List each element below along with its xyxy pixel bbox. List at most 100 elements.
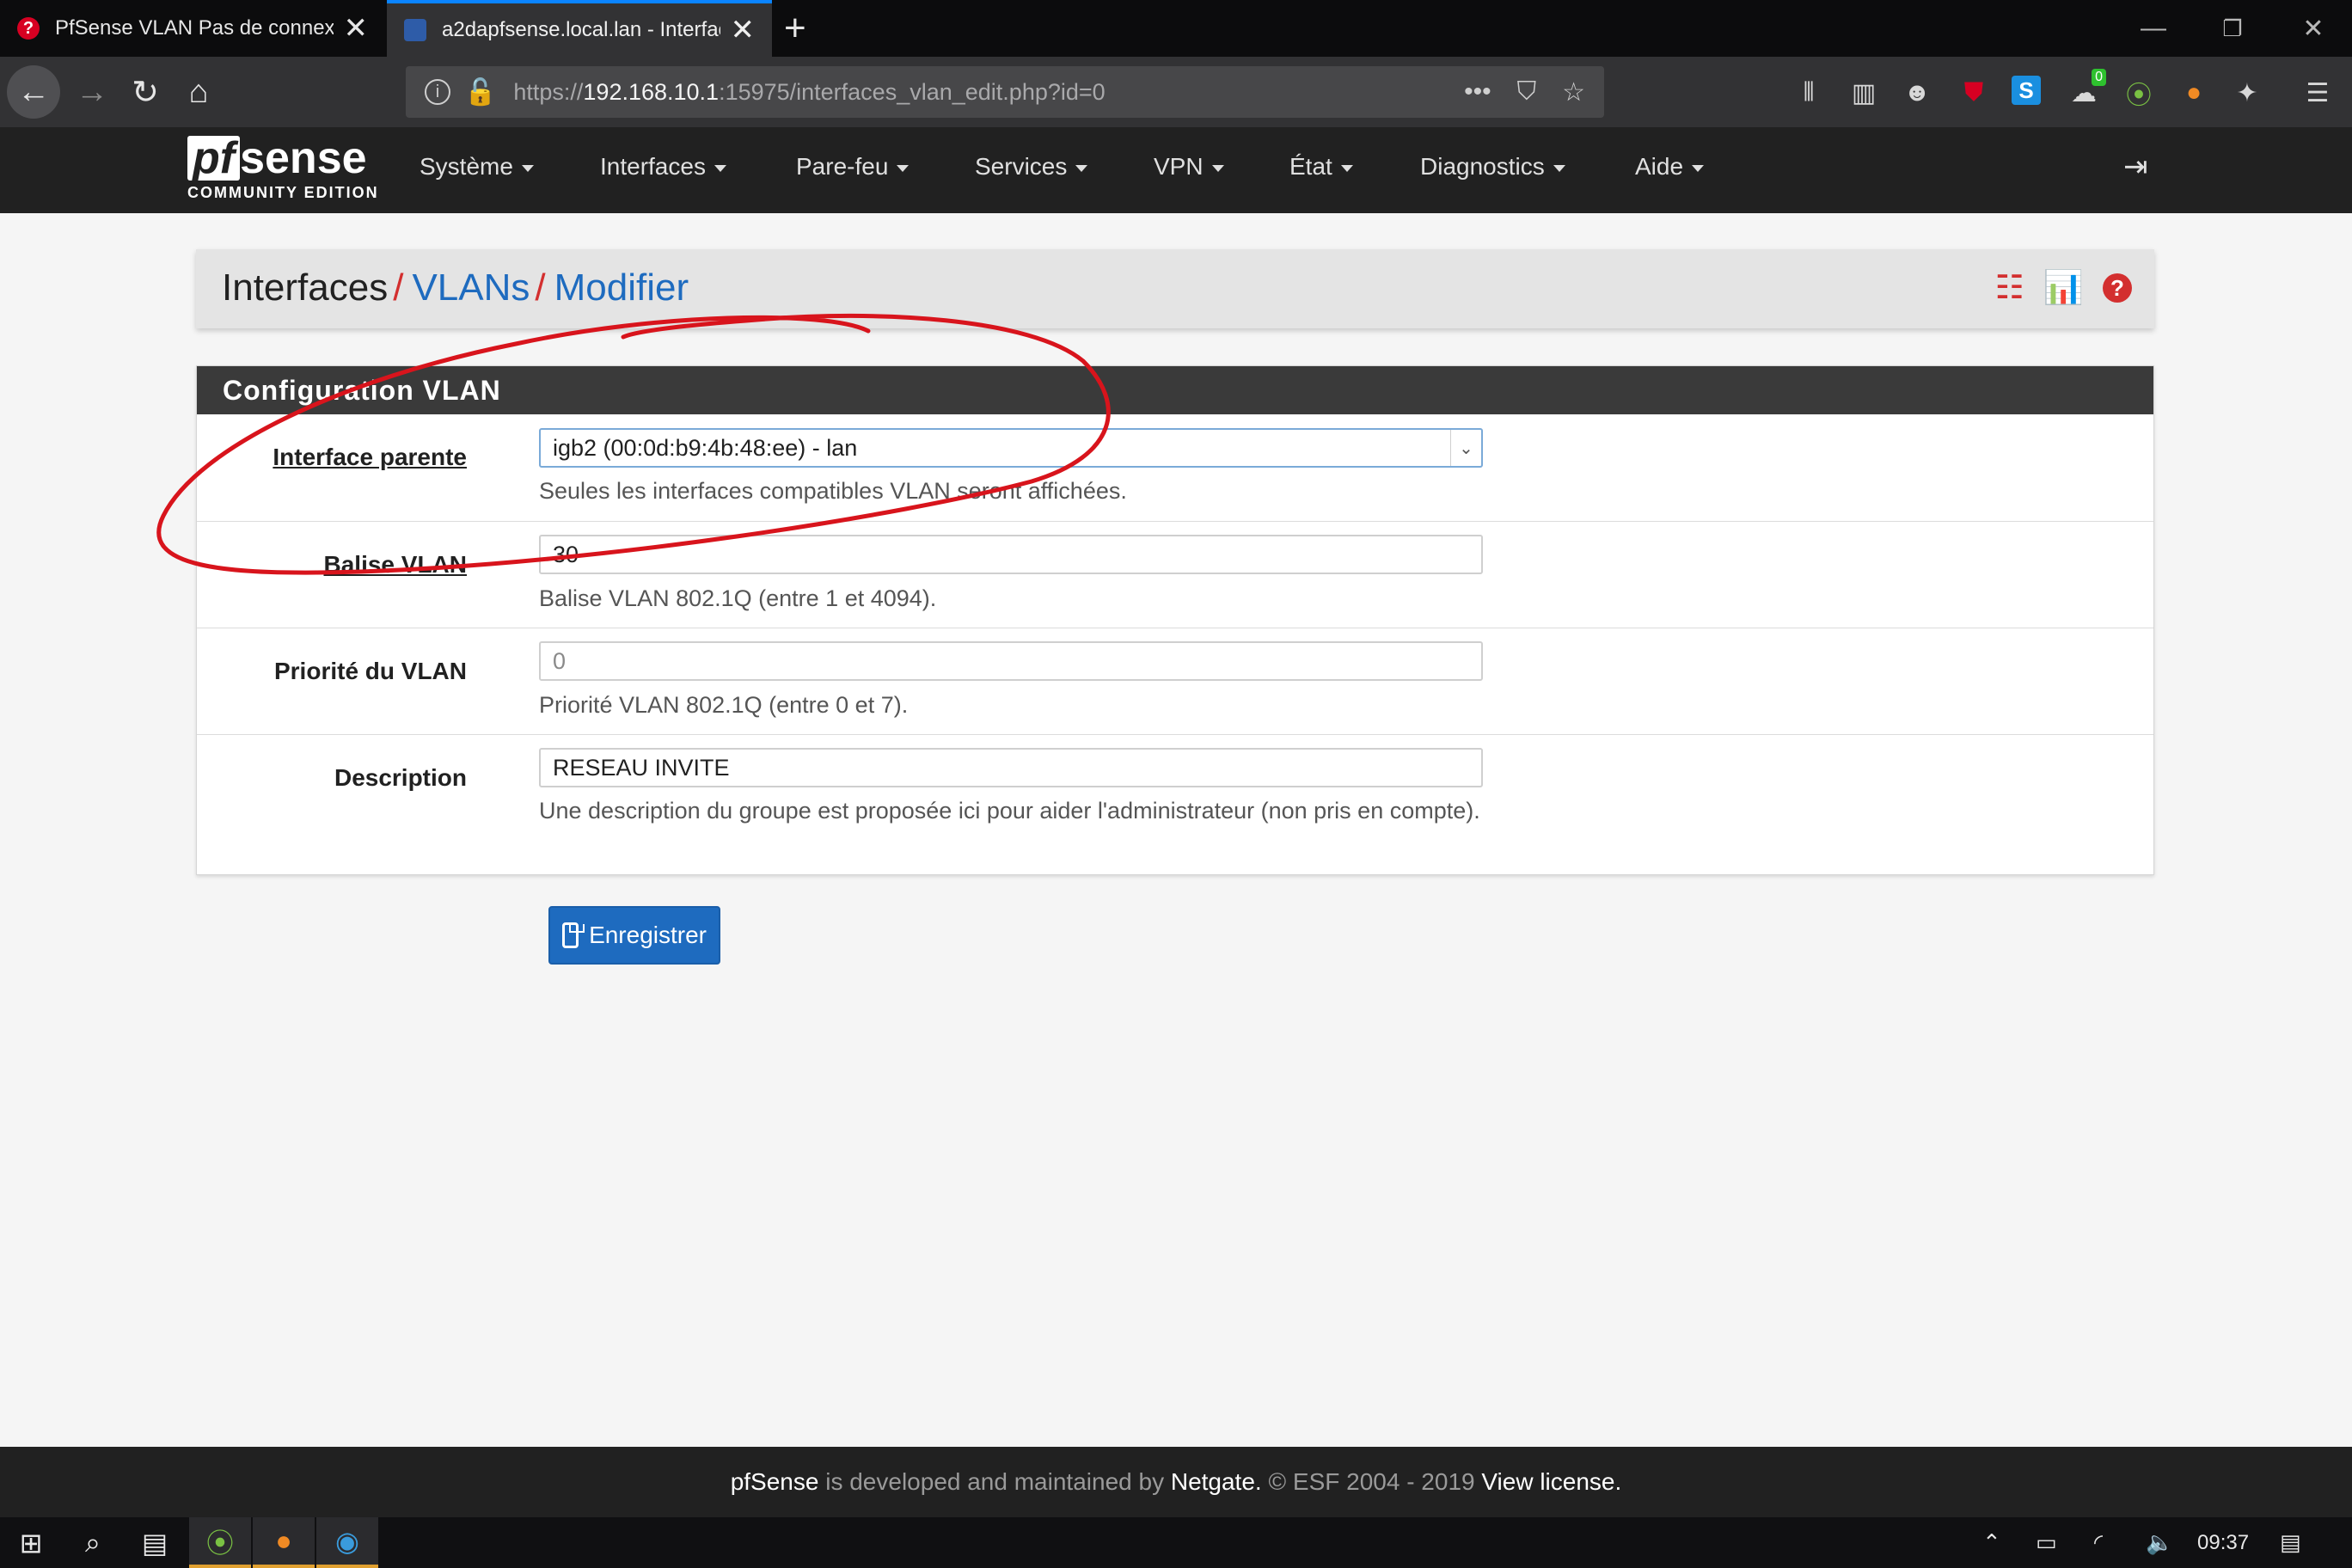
firefox-icon[interactable]: ● (253, 1517, 315, 1568)
browser-nav-bar: ← → ↻ ⌂ i 🔓 https://192.168.10.1:15975/i… (0, 57, 2352, 127)
form-row-tag: Balise VLAN 30 Balise VLAN 802.1Q (entre… (197, 521, 2153, 628)
vlan-tag-label: Balise VLAN (323, 551, 468, 578)
extension-badge: 0 (2092, 69, 2106, 86)
help-icon[interactable]: ? (2103, 273, 2132, 303)
library-icon[interactable]: ⫴ (1792, 76, 1826, 110)
url-bar[interactable]: i 🔓 https://192.168.10.1:15975/interface… (406, 66, 1604, 118)
menu-systeme[interactable]: Système (420, 153, 534, 181)
description-label: Description (334, 764, 467, 791)
menu-label: État (1289, 153, 1332, 180)
description-input[interactable]: RESEAU INVITE (539, 748, 1483, 787)
footer-license-link[interactable]: View license. (1481, 1468, 1621, 1495)
caret-down-icon (897, 164, 910, 172)
back-arrow-icon[interactable]: ← (7, 65, 60, 119)
caret-down-icon (1075, 164, 1088, 172)
sidebar-icon[interactable]: ▥ (1847, 76, 1881, 110)
caret-down-icon (1340, 164, 1353, 172)
bar-chart-icon[interactable]: 📊 (2043, 268, 2084, 308)
save-disk-icon (562, 922, 585, 948)
parent-interface-value: igb2 (00:0d:b9:4b:48:ee) - lan (553, 434, 858, 461)
breadcrumb-vlans-link[interactable]: VLANs (412, 266, 530, 309)
extension-orange-icon[interactable]: ● (2177, 76, 2211, 110)
url-scheme: https:// (513, 78, 584, 105)
panel-title: Configuration VLAN (197, 366, 2153, 414)
form-row-priority: Priorité du VLAN 0 Priorité VLAN 802.1Q … (197, 628, 2153, 734)
description-help: Une description du groupe est proposée i… (539, 798, 1480, 824)
menu-services[interactable]: Services (975, 153, 1088, 181)
wifi-icon[interactable]: ◜ (2094, 1517, 2103, 1568)
pfsense-header: pf sense COMMUNITY EDITION Système Interf… (0, 127, 2352, 213)
browser-tab-1[interactable]: ? PfSense VLAN Pas de connexion ✕ (0, 0, 385, 57)
extension-hat-icon[interactable]: ☁ 0 (2067, 69, 2106, 110)
vlan-tag-help: Balise VLAN 802.1Q (entre 1 et 4094). (539, 585, 937, 611)
clock[interactable]: 09:37 (2197, 1517, 2249, 1568)
menu-pare-feu[interactable]: Pare-feu (796, 153, 910, 181)
menu-interfaces[interactable]: Interfaces (600, 153, 726, 181)
taskbar-app-blue-icon[interactable]: ◉ (316, 1517, 378, 1568)
menu-etat[interactable]: État (1289, 153, 1353, 181)
info-icon[interactable]: i (425, 79, 450, 105)
reload-icon[interactable]: ↻ (119, 65, 172, 119)
logo-edition: COMMUNITY EDITION (187, 184, 379, 201)
new-tab-icon[interactable]: + (784, 7, 806, 50)
browser-tab-2[interactable]: a2dapfsense.local.lan - Interfaces ✕ (387, 0, 772, 57)
close-window-icon[interactable]: ✕ (2275, 0, 2352, 57)
menu-label: Diagnostics (1420, 153, 1545, 180)
windows-start-icon[interactable]: ⊞ (0, 1517, 62, 1568)
vlan-tag-input[interactable]: 30 (539, 535, 1483, 574)
footer-brand: pfSense (730, 1468, 819, 1495)
footer-netgate-link[interactable]: Netgate. (1171, 1468, 1262, 1495)
chevron-down-icon[interactable]: ⌄ (1450, 430, 1481, 466)
home-icon[interactable]: ⌂ (172, 65, 225, 119)
tab-title: PfSense VLAN Pas de connexion (55, 16, 334, 40)
forward-arrow-icon[interactable]: → (65, 65, 119, 119)
url-text[interactable]: https://192.168.10.1:15975/interfaces_vl… (513, 79, 1105, 106)
extension-s-icon[interactable]: S (2012, 76, 2041, 105)
pfsense-logo[interactable]: pf sense COMMUNITY EDITION (187, 136, 379, 202)
hamburger-menu-icon[interactable]: ☰ (2300, 76, 2335, 110)
sliders-icon[interactable]: ☷ (1995, 268, 2024, 308)
vlan-priority-help: Priorité VLAN 802.1Q (entre 0 et 7). (539, 692, 909, 718)
menu-aide[interactable]: Aide (1635, 153, 1705, 181)
extension-green-icon[interactable]: ⦿ (2122, 76, 2156, 110)
pfsense-favicon-icon (404, 19, 426, 41)
account-icon[interactable]: ☻ (1900, 76, 1934, 110)
close-tab-icon[interactable]: ✕ (731, 15, 756, 45)
battery-icon[interactable]: ▭ (2036, 1517, 2057, 1568)
menu-label: Aide (1635, 153, 1684, 180)
footer-copyright: © ESF 2004 - 2019 (1261, 1468, 1482, 1495)
caret-down-icon (521, 164, 534, 172)
pocket-icon[interactable]: ⛉ (1517, 77, 1537, 107)
vlan-config-panel: Configuration VLAN Interface parente igb… (196, 365, 2154, 875)
task-view-icon[interactable]: ▤ (124, 1517, 186, 1568)
breadcrumb-modifier-link[interactable]: Modifier (554, 266, 689, 309)
save-label: Enregistrer (589, 922, 707, 948)
notification-icon[interactable]: ▤ (2280, 1517, 2301, 1568)
insecure-lock-icon[interactable]: 🔓 (464, 77, 496, 107)
vlan-priority-input[interactable]: 0 (539, 641, 1483, 681)
breadcrumb-separator: / (535, 266, 546, 309)
ublock-icon[interactable]: ⛊ (1957, 76, 1991, 110)
page-footer: pfSense is developed and maintained by N… (0, 1447, 2352, 1517)
menu-diagnostics[interactable]: Diagnostics (1420, 153, 1565, 181)
tray-chevron-up-icon[interactable]: ⌃ (1982, 1517, 2001, 1568)
close-tab-icon[interactable]: ✕ (344, 14, 369, 43)
caret-down-icon (1211, 164, 1224, 172)
restore-window-icon[interactable]: ❐ (2194, 0, 2271, 57)
parent-interface-label: Interface parente (273, 444, 467, 470)
page-actions-icon[interactable]: ••• (1464, 77, 1491, 107)
extension-puzzle-icon[interactable]: ✦ (2230, 76, 2264, 110)
menu-vpn[interactable]: VPN (1154, 153, 1224, 181)
save-button[interactable]: Enregistrer (548, 906, 720, 965)
search-icon[interactable]: ⌕ (62, 1517, 124, 1568)
breadcrumb-interfaces: Interfaces (222, 266, 389, 309)
caret-down-icon (714, 164, 726, 172)
logout-icon[interactable]: ⇥ (2123, 150, 2148, 184)
taskbar-app-green-icon[interactable]: ⦿ (189, 1517, 251, 1568)
volume-icon[interactable]: 🔈 (2146, 1517, 2173, 1568)
minimize-window-icon[interactable]: — (2115, 0, 2192, 57)
menu-label: Pare-feu (796, 153, 889, 180)
parent-interface-select[interactable]: igb2 (00:0d:b9:4b:48:ee) - lan ⌄ (539, 428, 1483, 468)
form-row-parent: Interface parente igb2 (00:0d:b9:4b:48:e… (197, 414, 2153, 521)
bookmark-star-icon[interactable]: ☆ (1562, 77, 1585, 107)
